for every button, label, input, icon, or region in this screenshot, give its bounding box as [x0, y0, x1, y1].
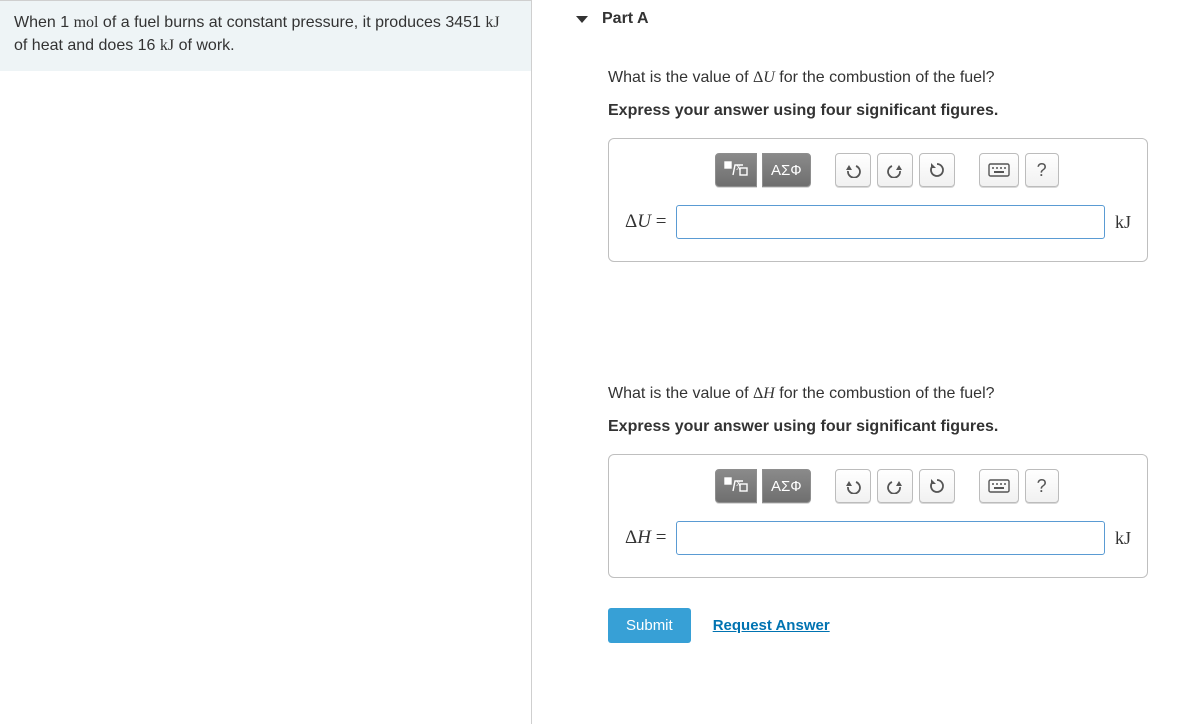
unit-kj: kJ	[160, 37, 174, 54]
reset-icon	[928, 161, 946, 179]
part-header[interactable]: Part A	[546, 0, 1186, 38]
redo-icon	[886, 162, 904, 178]
variable-label: ΔU =	[625, 211, 666, 233]
question-prompt: What is the value of ΔΔUU for the combus…	[608, 66, 1186, 90]
help-button[interactable]: ?	[1025, 469, 1059, 503]
request-answer-link[interactable]: Request Answer	[713, 617, 830, 634]
keyboard-button[interactable]	[979, 469, 1019, 503]
answer-input-row: ΔH = kJ	[625, 521, 1131, 555]
redo-button[interactable]	[877, 469, 913, 503]
answer-input-row: ΔU = kJ	[625, 205, 1131, 239]
problem-text: When 1	[14, 14, 74, 31]
problem-text: of a fuel burns at constant pressure, it…	[98, 14, 485, 31]
answer-input-delta-h[interactable]	[676, 521, 1105, 555]
instruction-text: Express your answer using four significa…	[608, 418, 1186, 436]
templates-button[interactable]: x	[715, 469, 757, 503]
templates-icon: x	[724, 477, 748, 495]
undo-icon	[844, 162, 862, 178]
prompt-text: What is the value of	[608, 385, 753, 402]
problem-text: of heat and does 16	[14, 37, 160, 54]
undo-button[interactable]	[835, 153, 871, 187]
unit-label: kJ	[1115, 528, 1131, 549]
greek-symbols-button[interactable]: ΑΣФ	[762, 153, 811, 187]
templates-icon: x	[724, 161, 748, 179]
variable-delta-h: ΔH	[753, 385, 775, 402]
keyboard-icon	[988, 163, 1010, 177]
equation-toolbar: x ΑΣФ ?	[625, 469, 1131, 503]
submit-button[interactable]: Submit	[608, 608, 691, 643]
redo-button[interactable]	[877, 153, 913, 187]
help-button[interactable]: ?	[1025, 153, 1059, 187]
undo-icon	[844, 478, 862, 494]
problem-text: of work.	[174, 37, 234, 54]
part-title: Part A	[602, 10, 649, 28]
reset-icon	[928, 477, 946, 495]
equation-toolbar: x ΑΣФ ?	[625, 153, 1131, 187]
reset-button[interactable]	[919, 153, 955, 187]
unit-mol: mol	[74, 14, 99, 31]
reset-button[interactable]	[919, 469, 955, 503]
answer-widget: x ΑΣФ ?	[608, 454, 1148, 578]
answer-input-delta-u[interactable]	[676, 205, 1105, 239]
problem-panel: When 1 mol of a fuel burns at constant p…	[0, 0, 532, 724]
question-block-delta-h: What is the value of ΔH for the combusti…	[608, 382, 1186, 578]
answer-widget: x ΑΣФ ?	[608, 138, 1148, 262]
undo-button[interactable]	[835, 469, 871, 503]
caret-down-icon	[576, 16, 588, 23]
prompt-text: What is the value of	[608, 69, 753, 86]
keyboard-button[interactable]	[979, 153, 1019, 187]
problem-statement: When 1 mol of a fuel burns at constant p…	[0, 0, 531, 71]
prompt-text: for the combustion of the fuel?	[775, 69, 995, 86]
submit-row: Submit Request Answer	[608, 608, 1186, 643]
redo-icon	[886, 478, 904, 494]
templates-button[interactable]: x	[715, 153, 757, 187]
question-block-delta-u: What is the value of ΔΔUU for the combus…	[608, 66, 1186, 262]
variable-delta-u: ΔΔUU	[753, 69, 775, 86]
instruction-text: Express your answer using four significa…	[608, 102, 1186, 120]
prompt-text: for the combustion of the fuel?	[775, 385, 995, 402]
question-prompt: What is the value of ΔH for the combusti…	[608, 382, 1186, 406]
answer-panel: Part A What is the value of ΔΔUU for the…	[532, 0, 1200, 724]
unit-label: kJ	[1115, 212, 1131, 233]
variable-label: ΔH =	[625, 527, 666, 549]
keyboard-icon	[988, 479, 1010, 493]
greek-symbols-button[interactable]: ΑΣФ	[762, 469, 811, 503]
unit-kj: kJ	[485, 14, 499, 31]
